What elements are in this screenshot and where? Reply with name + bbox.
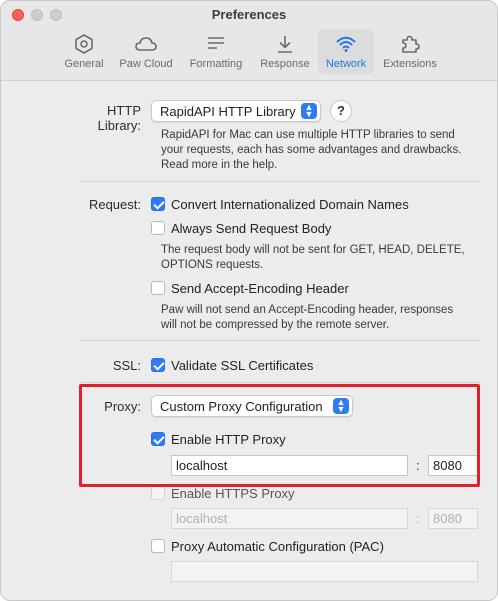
- send-accept-encoding-checkbox[interactable]: [151, 281, 165, 295]
- tab-network[interactable]: Network: [318, 29, 374, 74]
- always-send-body-checkbox[interactable]: [151, 221, 165, 235]
- http-library-value: RapidAPI HTTP Library: [160, 104, 296, 119]
- validate-ssl-checkbox[interactable]: [151, 358, 165, 372]
- help-button[interactable]: ?: [330, 100, 352, 122]
- title-bar: Preferences General Paw Cloud Formatting: [1, 1, 497, 81]
- hexagon-icon: [75, 34, 93, 54]
- network-pane: HTTP Library: RapidAPI HTTP Library ▲ ▼ ?…: [1, 82, 497, 600]
- always-send-body-label: Always Send Request Body: [171, 221, 332, 236]
- tab-extensions-label: Extensions: [383, 58, 437, 70]
- tab-response[interactable]: Response: [255, 29, 315, 74]
- download-icon: [278, 36, 292, 53]
- tab-extensions[interactable]: Extensions: [379, 29, 441, 74]
- host-port-separator: :: [416, 511, 420, 526]
- wifi-icon: [336, 36, 356, 52]
- https-proxy-host-field[interactable]: localhost: [171, 508, 408, 529]
- validate-ssl-label: Validate SSL Certificates: [171, 358, 314, 373]
- https-proxy-port-field[interactable]: 8080: [428, 508, 478, 529]
- ssl-label: SSL:: [112, 358, 141, 373]
- enable-https-proxy-label: Enable HTTPS Proxy: [171, 486, 295, 501]
- pac-url-field[interactable]: [171, 561, 478, 582]
- puzzle-icon: [402, 35, 420, 53]
- tab-formatting[interactable]: Formatting: [184, 29, 248, 74]
- window-title: Preferences: [211, 7, 287, 22]
- divider: [81, 340, 481, 341]
- tab-response-label: Response: [260, 58, 310, 70]
- tab-general[interactable]: General: [61, 29, 107, 74]
- tab-formatting-label: Formatting: [189, 58, 243, 70]
- http-library-description: RapidAPI for Mac can use multiple HTTP l…: [161, 129, 462, 171]
- preferences-window: Preferences General Paw Cloud Formatting: [0, 0, 498, 601]
- tab-network-label: Network: [325, 58, 367, 70]
- cloud-icon: [135, 37, 157, 51]
- http-library-popup[interactable]: RapidAPI HTTP Library ▲ ▼: [151, 100, 321, 122]
- tab-paw-cloud[interactable]: Paw Cloud: [115, 29, 177, 74]
- divider: [81, 382, 481, 383]
- convert-idn-label: Convert Internationalized Domain Names: [171, 197, 409, 212]
- pac-checkbox[interactable]: [151, 539, 165, 553]
- tab-paw-cloud-label: Paw Cloud: [119, 58, 173, 70]
- enable-https-proxy-checkbox[interactable]: [151, 486, 165, 500]
- request-label: Request:: [88, 197, 141, 212]
- accept-encoding-description: Paw will not send an Accept-Encoding hea…: [161, 304, 454, 331]
- send-accept-encoding-label: Send Accept-Encoding Header: [171, 281, 349, 296]
- request-body-description: The request body will not be sent for GE…: [161, 244, 465, 271]
- text-lines-icon: [208, 37, 224, 49]
- chevron-updown-icon: ▲ ▼: [301, 103, 317, 119]
- divider: [81, 181, 481, 182]
- http-library-label: HTTP Library:: [97, 103, 141, 133]
- tab-general-label: General: [64, 58, 104, 70]
- convert-idn-checkbox[interactable]: [151, 197, 165, 211]
- highlight-box: [79, 384, 480, 487]
- pac-label: Proxy Automatic Configuration (PAC): [171, 539, 384, 554]
